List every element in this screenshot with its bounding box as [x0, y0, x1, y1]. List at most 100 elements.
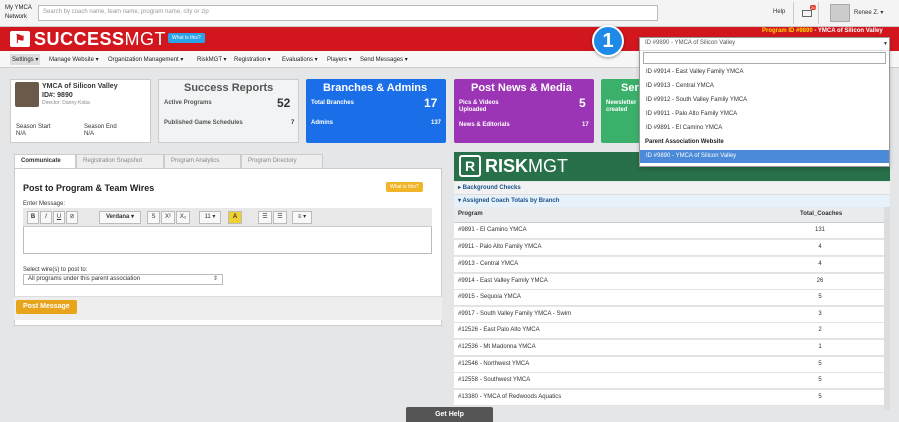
bold-button[interactable]: B — [27, 211, 39, 224]
italic-button[interactable]: I — [40, 211, 52, 224]
tab-program-analytics[interactable]: Program Analytics — [164, 154, 241, 168]
get-help-button[interactable]: Get Help — [406, 407, 493, 422]
column-total-coaches[interactable]: Total_Coaches — [800, 211, 842, 217]
successmgt-logo[interactable]: SUCCESSMGT — [34, 29, 166, 50]
table-row[interactable]: #9917 - South Valley Family YMCA - Swim 3 — [454, 307, 884, 323]
table-row[interactable]: #12526 - East Palo Alto YMCA 2 — [454, 323, 884, 339]
help-link[interactable]: Help — [773, 9, 785, 15]
dropdown-option[interactable]: ID #9912 - South Valley Family YMCA — [640, 94, 889, 107]
search-input[interactable]: Search by coach name, team name, program… — [38, 5, 658, 21]
program-cell: #12546 - Northwest YMCA — [458, 361, 530, 367]
mail-button[interactable]: 20 — [793, 2, 819, 24]
tab-registration-snapshot[interactable]: Registration Snapshot — [76, 154, 164, 168]
menu-send-messages[interactable]: Send Messages ▾ — [360, 56, 408, 63]
table-scrollbar[interactable] — [884, 207, 890, 410]
admins-label: Admins — [311, 120, 334, 126]
superscript-button[interactable]: X² — [161, 211, 175, 224]
menu-manage-website[interactable]: Manage Website ▾ — [49, 56, 99, 63]
riskmgt-logo: RISKMGT — [485, 156, 568, 177]
dropdown-group-label: Parent Association Website — [645, 139, 724, 145]
pics-videos-label: Pics & Videos — [459, 100, 499, 106]
program-cell: #12526 - East Palo Alto YMCA — [458, 327, 540, 333]
table-row[interactable]: #12546 - Northwest YMCA 5 — [454, 357, 884, 373]
select-wires-label: Select wire(s) to post to: — [23, 267, 88, 273]
program-cell: #9891 - El Camino YMCA — [458, 227, 527, 233]
total-branches-value: 17 — [424, 96, 438, 110]
assigned-coach-totals-toggle[interactable]: ▾ Assigned Coach Totals by Branch — [458, 197, 559, 204]
menu-players[interactable]: Players ▾ — [327, 56, 352, 63]
branches-title: Branches & Admins — [323, 82, 428, 94]
mail-count-badge: 20 — [810, 5, 817, 10]
flag-icon: ⚑ — [10, 31, 30, 47]
active-programs-value: 52 — [277, 96, 291, 110]
subscript-button[interactable]: X₂ — [176, 211, 190, 224]
program-cell: #12536 - Mt Madonna YMCA — [458, 344, 536, 350]
program-cell: #9915 - Sequoia YMCA — [458, 294, 521, 300]
table-row[interactable]: #12536 - Mt Madonna YMCA 1 — [454, 340, 884, 356]
column-program[interactable]: Program — [458, 211, 483, 217]
total-cell: 5 — [818, 394, 822, 400]
wires-select[interactable]: All programs under this parent associati… — [23, 274, 223, 285]
program-cell: #9917 - South Valley Family YMCA - Swim — [458, 311, 572, 317]
dropdown-option[interactable]: ID #9911 - Palo Alto Family YMCA — [640, 108, 889, 121]
font-size-select[interactable]: 11 ▾ — [199, 211, 221, 224]
dropdown-option[interactable]: ID #9913 - Central YMCA — [640, 80, 889, 93]
user-menu[interactable]: Renee Z. ▾ — [854, 9, 883, 16]
background-checks-toggle[interactable]: ▸ Background Checks — [458, 184, 521, 191]
news-editorials-value: 17 — [582, 122, 589, 128]
active-programs-label: Active Programs — [164, 100, 212, 106]
menu-settings[interactable]: Settings ▾ — [10, 54, 41, 65]
what-is-this-post-button[interactable]: What is this? — [386, 182, 423, 192]
dropdown-option[interactable]: ID #9891 - El Camino YMCA — [640, 122, 889, 135]
total-cell: 26 — [816, 278, 824, 284]
avatar[interactable] — [830, 4, 850, 22]
org-director: Director: Danny Koba — [42, 100, 90, 106]
season-start-value: N/A — [16, 131, 27, 137]
menu-registration[interactable]: Registration ▾ — [234, 56, 271, 63]
program-cell: #9913 - Central YMCA — [458, 261, 519, 267]
dropdown-search-input[interactable] — [643, 52, 886, 64]
menu-evaluations[interactable]: Evaluations ▾ — [282, 56, 318, 63]
table-row[interactable]: #9913 - Central YMCA 4 — [454, 257, 884, 273]
post-message-button[interactable]: Post Message — [16, 300, 77, 314]
strikethrough-button[interactable]: S — [147, 211, 160, 224]
news-editorials-label: News & Editorials — [459, 122, 510, 128]
program-id-label: Program ID #9890 - YMCA of Silicon Valle… — [762, 28, 883, 34]
services-title: Ser — [621, 82, 639, 94]
success-reports-title: Success Reports — [184, 82, 274, 94]
table-row[interactable]: #9915 - Sequoia YMCA 5 — [454, 290, 884, 306]
underline-button[interactable]: U — [53, 211, 65, 224]
what-is-this-button[interactable]: What is this? — [168, 33, 205, 43]
tab-program-directory[interactable]: Program Directory — [241, 154, 323, 168]
program-switcher-select[interactable]: ID #9890 - YMCA of Silicon Valley — [640, 38, 889, 51]
table-row[interactable]: #13380 - YMCA of Redwoods Aquatics 5 — [454, 390, 884, 406]
riskmgt-light: MGT — [528, 156, 569, 176]
admins-value: 137 — [431, 120, 442, 126]
ordered-list-icon[interactable]: ☰ — [273, 211, 287, 224]
org-name: YMCA of Silicon Valley — [42, 83, 118, 90]
tab-communicate[interactable]: Communicate — [14, 154, 76, 168]
program-id-number: Program ID #9890 — [762, 28, 813, 34]
envelope-icon — [802, 10, 812, 17]
dropdown-option-selected[interactable]: ID #9890 - YMCA of Silicon Valley — [640, 150, 889, 163]
network-link[interactable]: My YMCA Network — [5, 4, 32, 22]
align-icon[interactable]: ≡ ▾ — [292, 211, 312, 224]
step-number-badge: 1 — [592, 25, 624, 57]
caret-down-icon: ▼ — [883, 41, 888, 47]
table-row[interactable]: #12558 - Southwest YMCA 5 — [454, 373, 884, 389]
dropdown-option[interactable]: ID #9914 - East Valley Family YMCA — [640, 66, 889, 79]
eraser-icon[interactable]: ⊘ — [66, 211, 78, 224]
season-start-label: Season Start — [16, 124, 51, 130]
unordered-list-icon[interactable]: ☰ — [258, 211, 272, 224]
table-row[interactable]: #9911 - Palo Alto Family YMCA 4 — [454, 240, 884, 256]
font-select[interactable]: Verdana ▾ — [99, 211, 141, 224]
menu-riskmgt[interactable]: RiskMGT ▾ — [197, 56, 227, 63]
text-color-icon[interactable]: A — [228, 211, 242, 224]
program-cell: #12558 - Southwest YMCA — [458, 377, 531, 383]
published-schedules-value: 7 — [291, 120, 295, 126]
org-photo — [15, 82, 39, 107]
total-cell: 4 — [818, 261, 822, 267]
table-row[interactable]: #9891 - El Camino YMCA 131 — [454, 223, 884, 239]
menu-organization-management[interactable]: Organization Management ▾ — [108, 56, 183, 63]
table-row[interactable]: #9914 - East Valley Family YMCA 26 — [454, 274, 884, 290]
